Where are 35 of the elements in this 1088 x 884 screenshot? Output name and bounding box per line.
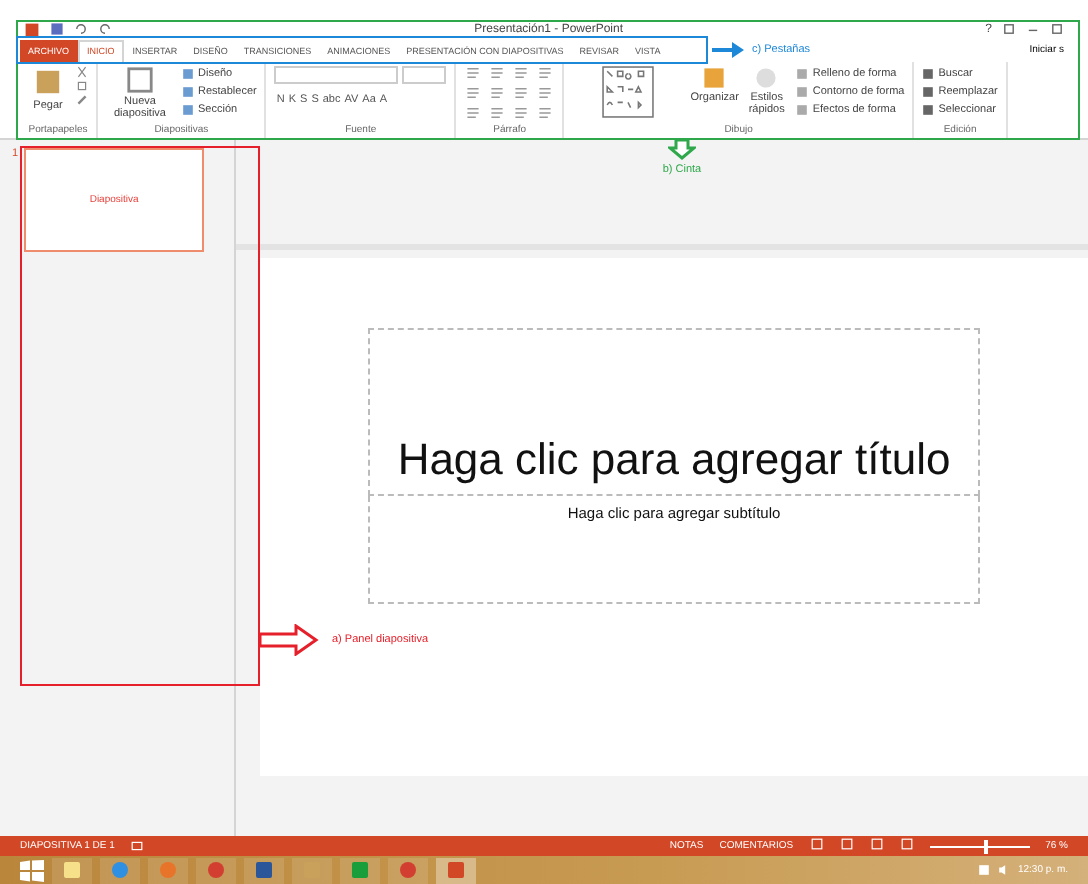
brush-icon [76,94,88,106]
align-lines-icon [488,86,507,100]
taskbar-app-icon[interactable] [292,857,332,883]
align-lines-icon [464,106,483,120]
align-lines-icon [464,86,483,100]
taskbar-app-icon[interactable] [100,857,140,883]
align-lines-icon [536,66,555,80]
align-lines-icon [488,106,507,120]
maximize-icon [1050,22,1064,36]
title-placeholder[interactable]: Haga clic para agregar título [368,328,980,496]
taskbar-app-icon[interactable] [340,857,380,883]
taskbar-app-icon[interactable] [388,857,428,883]
align-lines-icon [536,106,555,120]
font-name-field[interactable] [274,66,399,84]
align-lines-icon [512,106,531,120]
align-lines-icon [536,86,555,100]
align-lines-icon [488,66,507,80]
taskbar-app-icon[interactable] [436,857,476,883]
font-size-field[interactable] [402,66,447,84]
copy-icon [76,80,88,92]
scissors-icon [76,66,88,78]
speaker-icon [997,864,1010,876]
taskbar-app-icon[interactable] [244,857,284,883]
undo-icon [74,22,88,36]
taskbar-app-icon[interactable] [148,857,188,883]
slide-icon [126,66,154,94]
taskbar-app-icon[interactable] [52,857,92,883]
align-lines-icon [512,86,531,100]
align-lines-icon [464,66,483,80]
align-lines-icon [512,66,531,80]
right-arrow-icon [712,42,744,58]
start-icon[interactable] [20,859,44,881]
redo-icon [98,22,112,36]
taskbar-app-icon[interactable] [196,857,236,883]
restore-icon [1002,22,1016,36]
